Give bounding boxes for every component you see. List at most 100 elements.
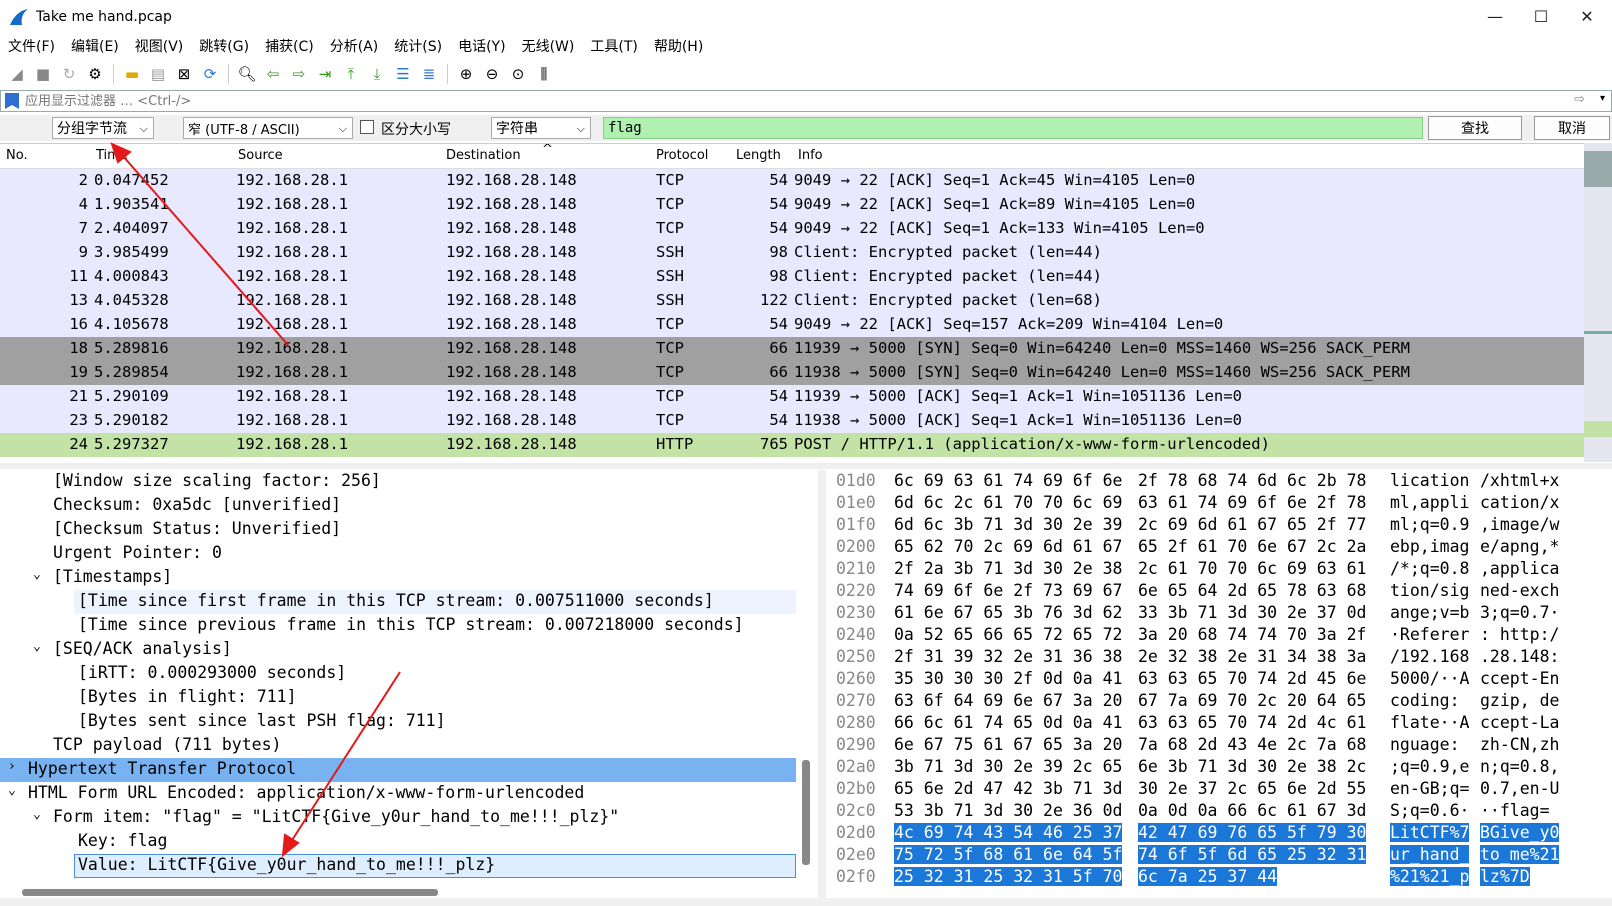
detail-row[interactable]: [Time since first frame in this TCP stre…: [0, 590, 800, 614]
stop-capture-icon[interactable]: ■: [32, 63, 54, 85]
search-scope-select[interactable]: 分组字节流 ⌵: [52, 117, 154, 139]
column-header-source[interactable]: Source: [238, 148, 283, 163]
menu-item-9[interactable]: 工具(T): [582, 36, 645, 56]
menu-item-4[interactable]: 捕获(C): [257, 36, 322, 56]
minimize-button[interactable]: —: [1472, 0, 1518, 33]
close-file-icon[interactable]: ⊠: [173, 63, 195, 85]
packet-row[interactable]: 9 3.985499 192.168.28.1 192.168.28.148 SSH 98…: [0, 241, 1584, 265]
packet-row[interactable]: 7 2.404097 192.168.28.1 192.168.28.148 TCP 54…: [0, 217, 1584, 241]
save-file-icon[interactable]: ▤: [147, 63, 169, 85]
menu-item-2[interactable]: 视图(V): [127, 36, 192, 56]
menu-item-5[interactable]: 分析(A): [322, 36, 387, 56]
detail-row[interactable]: Urgent Pointer: 0: [0, 542, 800, 566]
packet-row[interactable]: 2 0.047452 192.168.28.1 192.168.28.148 TCP 54…: [0, 169, 1584, 193]
maximize-button[interactable]: ☐: [1518, 0, 1564, 33]
collapse-icon[interactable]: ⌄: [33, 567, 41, 582]
detail-row[interactable]: [Bytes in flight: 711]: [0, 686, 800, 710]
packet-row[interactable]: 11 4.000843 192.168.28.1 192.168.28.148 SSH 9…: [0, 265, 1584, 289]
menu-item-7[interactable]: 电话(Y): [450, 36, 513, 56]
apply-filter-icon[interactable]: ⇨: [1574, 92, 1585, 107]
collapse-icon[interactable]: ⌄: [33, 639, 41, 654]
find-input[interactable]: flag: [603, 117, 1423, 139]
close-button[interactable]: ✕: [1564, 0, 1610, 33]
column-header-time[interactable]: Time: [96, 148, 128, 163]
zoom-in-icon[interactable]: ⊕: [455, 63, 477, 85]
ascii-text: ml;q=0.9: [1390, 515, 1470, 534]
detail-row[interactable]: Value: LitCTF{Give_y0ur_hand_to_me!!!_pl…: [0, 854, 800, 878]
detail-row[interactable]: [Window size scaling factor: 256]: [0, 470, 800, 494]
cell-info: 9049 → 22 [ACK] Seq=1 Ack=45 Win=4105 Le…: [794, 171, 1196, 189]
first-packet-icon[interactable]: ⤒: [340, 63, 362, 85]
menu-item-1[interactable]: 编辑(E): [63, 36, 127, 56]
find-packet-icon[interactable]: 🔍︎: [236, 63, 258, 85]
packet-row[interactable]: 21 5.290109 192.168.28.1 192.168.28.148 TCP 5…: [0, 385, 1584, 409]
menu-item-3[interactable]: 跳转(G): [191, 36, 257, 56]
column-header-protocol[interactable]: Protocol: [656, 148, 708, 163]
case-sensitive-checkbox[interactable]: [360, 120, 374, 134]
resize-columns-icon[interactable]: ⫼: [533, 63, 555, 85]
detail-row[interactable]: › Hypertext Transfer Protocol: [0, 758, 800, 782]
hex-row: 02b0 65 6e 2d 47 42 3b 71 3d 30 2e 37 2c 6…: [828, 778, 1612, 800]
pane-splitter[interactable]: [818, 470, 826, 906]
cell-src: 192.168.28.1: [236, 339, 348, 357]
detail-row[interactable]: [Checksum Status: Unverified]: [0, 518, 800, 542]
go-to-packet-icon[interactable]: ⇥: [314, 63, 336, 85]
bookmark-icon[interactable]: [5, 93, 19, 109]
packet-row[interactable]: 18 5.289816 192.168.28.1 192.168.28.148 TCP 6…: [0, 337, 1584, 361]
detail-row[interactable]: TCP payload (711 bytes): [0, 734, 800, 758]
pane-divider[interactable]: [0, 463, 1612, 469]
column-header-destination[interactable]: Destination: [446, 148, 521, 163]
cell-proto: TCP: [656, 219, 684, 237]
window-title: Take me hand.pcap: [36, 8, 172, 25]
open-file-icon[interactable]: ▬: [121, 63, 143, 85]
detail-row[interactable]: ⌄ Form item: "flag" = "LitCTF{Give_y0ur_h…: [0, 806, 800, 830]
packet-row[interactable]: 4 1.903541 192.168.28.1 192.168.28.148 TCP 54…: [0, 193, 1584, 217]
menu-item-0[interactable]: 文件(F): [0, 36, 63, 56]
start-capture-icon[interactable]: ◢: [6, 63, 28, 85]
column-header-length[interactable]: Length: [736, 148, 781, 163]
details-horizontal-scrollbar[interactable]: [22, 889, 438, 896]
cancel-button[interactable]: 取消: [1534, 116, 1610, 140]
detail-row[interactable]: Key: flag: [0, 830, 800, 854]
autoscroll-icon[interactable]: ☰: [392, 63, 414, 85]
column-header-info[interactable]: Info: [798, 148, 823, 163]
go-forward-icon[interactable]: ⇨: [288, 63, 310, 85]
collapse-icon[interactable]: ⌄: [8, 783, 16, 798]
detail-row[interactable]: [Bytes sent since last PSH flag: 711]: [0, 710, 800, 734]
reload-file-icon[interactable]: ⟳: [199, 63, 221, 85]
ascii-text: ;q=0.9,e: [1390, 757, 1470, 776]
detail-row[interactable]: [iRTT: 0.000293000 seconds]: [0, 662, 800, 686]
go-back-icon[interactable]: ⇦: [262, 63, 284, 85]
detail-row[interactable]: ⌄ [SEQ/ACK analysis]: [0, 638, 800, 662]
details-vertical-scrollbar[interactable]: [802, 760, 810, 865]
menu-item-6[interactable]: 统计(S): [386, 36, 450, 56]
detail-row[interactable]: ⌄ [Timestamps]: [0, 566, 800, 590]
zoom-out-icon[interactable]: ⊖: [481, 63, 503, 85]
expand-icon[interactable]: ›: [8, 759, 16, 774]
packet-row[interactable]: 19 5.289854 192.168.28.1 192.168.28.148 TCP 6…: [0, 361, 1584, 385]
packet-minimap[interactable]: [1584, 143, 1612, 462]
capture-options-icon[interactable]: ⚙: [84, 63, 106, 85]
last-packet-icon[interactable]: ⤓: [366, 63, 388, 85]
colorize-icon[interactable]: ≣: [418, 63, 440, 85]
detail-row[interactable]: [Time since previous frame in this TCP s…: [0, 614, 800, 638]
cell-no: 23: [69, 411, 88, 429]
encoding-select[interactable]: 窄 (UTF-8 / ASCII) ⌵: [183, 117, 353, 139]
filter-dropdown-icon[interactable]: ▾: [1600, 93, 1605, 104]
packet-row[interactable]: 13 4.045328 192.168.28.1 192.168.28.148 SSH 1…: [0, 289, 1584, 313]
search-type-select[interactable]: 字符串 ⌵: [491, 117, 591, 139]
ascii-text: ange;v=b: [1390, 603, 1470, 622]
zoom-reset-icon[interactable]: ⊙: [507, 63, 529, 85]
packet-row[interactable]: 23 5.290182 192.168.28.1 192.168.28.148 TCP 5…: [0, 409, 1584, 433]
column-header-no[interactable]: No.: [6, 148, 28, 163]
menu-item-8[interactable]: 无线(W): [514, 36, 583, 56]
detail-row[interactable]: Checksum: 0xa5dc [unverified]: [0, 494, 800, 518]
packet-row[interactable]: 24 5.297327 192.168.28.1 192.168.28.148 HTTP…: [0, 433, 1584, 457]
menu-item-10[interactable]: 帮助(H): [646, 36, 711, 56]
detail-row[interactable]: ⌄ HTML Form URL Encoded: application/x-ww…: [0, 782, 800, 806]
display-filter-input[interactable]: [25, 93, 1425, 109]
find-button[interactable]: 查找: [1428, 116, 1522, 140]
restart-capture-icon[interactable]: ↻: [58, 63, 80, 85]
packet-row[interactable]: 16 4.105678 192.168.28.1 192.168.28.148 TCP 5…: [0, 313, 1584, 337]
collapse-icon[interactable]: ⌄: [33, 807, 41, 822]
